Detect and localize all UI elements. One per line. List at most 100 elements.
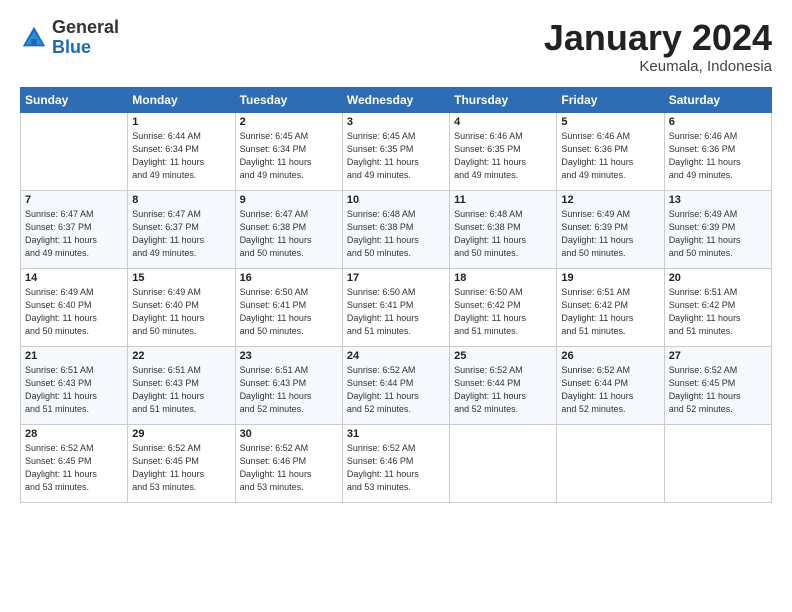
day-info: Sunrise: 6:47 AMSunset: 6:37 PMDaylight:… [25, 208, 123, 260]
calendar-week-5: 28 Sunrise: 6:52 AMSunset: 6:45 PMDayligh… [21, 424, 772, 502]
day-info: Sunrise: 6:46 AMSunset: 6:35 PMDaylight:… [454, 130, 552, 182]
calendar-cell: 5 Sunrise: 6:46 AMSunset: 6:36 PMDaylight… [557, 112, 664, 190]
day-info: Sunrise: 6:52 AMSunset: 6:45 PMDaylight:… [132, 442, 230, 494]
day-number: 19 [561, 272, 659, 284]
calendar-cell: 16Sunrise: 6:50 AMSunset: 6:41 PMDayligh… [235, 268, 342, 346]
calendar-cell: 27Sunrise: 6:52 AMSunset: 6:45 PMDayligh… [664, 346, 771, 424]
calendar-cell: 31Sunrise: 6:52 AMSunset: 6:46 PMDayligh… [342, 424, 449, 502]
calendar-cell [450, 424, 557, 502]
day-number: 1 [132, 116, 230, 128]
calendar-cell: 14 Sunrise: 6:49 AMSunset: 6:40 PMDayligh… [21, 268, 128, 346]
calendar-cell: 26 Sunrise: 6:52 AMSunset: 6:44 PMDayligh… [557, 346, 664, 424]
day-number: 29 [132, 428, 230, 440]
calendar-cell: 10 Sunrise: 6:48 AMSunset: 6:38 PMDayligh… [342, 190, 449, 268]
day-number: 31 [347, 428, 445, 440]
day-number: 23 [240, 350, 338, 362]
logo-text: General Blue [52, 18, 119, 58]
day-info: Sunrise: 6:51 AMSunset: 6:42 PMDaylight:… [669, 286, 767, 338]
page: General Blue January 2024 Keumala, Indon… [0, 0, 792, 513]
calendar-cell: 15Sunrise: 6:49 AMSunset: 6:40 PMDayligh… [128, 268, 235, 346]
day-info: Sunrise: 6:46 AMSunset: 6:36 PMDaylight:… [561, 130, 659, 182]
day-info: Sunrise: 6:48 AMSunset: 6:38 PMDaylight:… [347, 208, 445, 260]
day-number: 14 [25, 272, 123, 284]
day-info: Sunrise: 6:45 AMSunset: 6:34 PMDaylight:… [240, 130, 338, 182]
day-info: Sunrise: 6:52 AMSunset: 6:44 PMDaylight:… [561, 364, 659, 416]
day-number: 11 [454, 194, 552, 206]
day-number: 25 [454, 350, 552, 362]
calendar-cell: 13 Sunrise: 6:49 AMSunset: 6:39 PMDayligh… [664, 190, 771, 268]
calendar-cell [664, 424, 771, 502]
calendar-cell: 23 Sunrise: 6:51 AMSunset: 6:43 PMDayligh… [235, 346, 342, 424]
calendar-cell: 30 Sunrise: 6:52 AMSunset: 6:46 PMDayligh… [235, 424, 342, 502]
day-info: Sunrise: 6:50 AMSunset: 6:42 PMDaylight:… [454, 286, 552, 338]
calendar-week-2: 7 Sunrise: 6:47 AMSunset: 6:37 PMDaylight… [21, 190, 772, 268]
calendar-cell: 12Sunrise: 6:49 AMSunset: 6:39 PMDayligh… [557, 190, 664, 268]
day-number: 21 [25, 350, 123, 362]
calendar-cell: 19 Sunrise: 6:51 AMSunset: 6:42 PMDayligh… [557, 268, 664, 346]
day-number: 9 [240, 194, 338, 206]
calendar-week-1: 1Sunrise: 6:44 AMSunset: 6:34 PMDaylight… [21, 112, 772, 190]
day-number: 27 [669, 350, 767, 362]
day-number: 26 [561, 350, 659, 362]
day-info: Sunrise: 6:46 AMSunset: 6:36 PMDaylight:… [669, 130, 767, 182]
month-title: January 2024 [544, 18, 772, 58]
calendar-cell: 6 Sunrise: 6:46 AMSunset: 6:36 PMDaylight… [664, 112, 771, 190]
weekday-header-monday: Monday [128, 87, 235, 112]
day-info: Sunrise: 6:51 AMSunset: 6:43 PMDaylight:… [240, 364, 338, 416]
day-number: 17 [347, 272, 445, 284]
day-number: 8 [132, 194, 230, 206]
weekday-header-wednesday: Wednesday [342, 87, 449, 112]
weekday-header-thursday: Thursday [450, 87, 557, 112]
calendar-cell: 29 Sunrise: 6:52 AMSunset: 6:45 PMDayligh… [128, 424, 235, 502]
title-block: January 2024 Keumala, Indonesia [544, 18, 772, 75]
calendar-week-3: 14 Sunrise: 6:49 AMSunset: 6:40 PMDayligh… [21, 268, 772, 346]
day-info: Sunrise: 6:52 AMSunset: 6:44 PMDaylight:… [347, 364, 445, 416]
weekday-header-tuesday: Tuesday [235, 87, 342, 112]
calendar-cell: 3 Sunrise: 6:45 AMSunset: 6:35 PMDaylight… [342, 112, 449, 190]
calendar-cell: 11Sunrise: 6:48 AMSunset: 6:38 PMDayligh… [450, 190, 557, 268]
day-number: 3 [347, 116, 445, 128]
calendar-cell: 22Sunrise: 6:51 AMSunset: 6:43 PMDayligh… [128, 346, 235, 424]
day-info: Sunrise: 6:52 AMSunset: 6:46 PMDaylight:… [240, 442, 338, 494]
header: General Blue January 2024 Keumala, Indon… [20, 18, 772, 75]
weekday-header-saturday: Saturday [664, 87, 771, 112]
calendar-table: SundayMondayTuesdayWednesdayThursdayFrid… [20, 87, 772, 503]
logo-icon [20, 24, 48, 52]
day-number: 24 [347, 350, 445, 362]
day-number: 10 [347, 194, 445, 206]
day-info: Sunrise: 6:47 AMSunset: 6:37 PMDaylight:… [132, 208, 230, 260]
calendar-cell: 7 Sunrise: 6:47 AMSunset: 6:37 PMDaylight… [21, 190, 128, 268]
day-number: 4 [454, 116, 552, 128]
calendar-cell: 21 Sunrise: 6:51 AMSunset: 6:43 PMDayligh… [21, 346, 128, 424]
day-info: Sunrise: 6:52 AMSunset: 6:44 PMDaylight:… [454, 364, 552, 416]
weekday-header-sunday: Sunday [21, 87, 128, 112]
day-info: Sunrise: 6:51 AMSunset: 6:43 PMDaylight:… [25, 364, 123, 416]
day-number: 20 [669, 272, 767, 284]
day-info: Sunrise: 6:51 AMSunset: 6:42 PMDaylight:… [561, 286, 659, 338]
location: Keumala, Indonesia [544, 58, 772, 75]
weekday-header-friday: Friday [557, 87, 664, 112]
day-info: Sunrise: 6:45 AMSunset: 6:35 PMDaylight:… [347, 130, 445, 182]
day-info: Sunrise: 6:52 AMSunset: 6:45 PMDaylight:… [25, 442, 123, 494]
day-number: 30 [240, 428, 338, 440]
day-info: Sunrise: 6:50 AMSunset: 6:41 PMDaylight:… [240, 286, 338, 338]
calendar-cell: 4 Sunrise: 6:46 AMSunset: 6:35 PMDaylight… [450, 112, 557, 190]
logo: General Blue [20, 18, 119, 58]
day-info: Sunrise: 6:49 AMSunset: 6:39 PMDaylight:… [561, 208, 659, 260]
day-info: Sunrise: 6:49 AMSunset: 6:40 PMDaylight:… [25, 286, 123, 338]
day-number: 28 [25, 428, 123, 440]
day-number: 2 [240, 116, 338, 128]
day-number: 5 [561, 116, 659, 128]
day-number: 13 [669, 194, 767, 206]
calendar-cell: 8 Sunrise: 6:47 AMSunset: 6:37 PMDaylight… [128, 190, 235, 268]
day-number: 6 [669, 116, 767, 128]
day-number: 7 [25, 194, 123, 206]
day-number: 22 [132, 350, 230, 362]
day-number: 18 [454, 272, 552, 284]
calendar-cell: 24 Sunrise: 6:52 AMSunset: 6:44 PMDayligh… [342, 346, 449, 424]
day-info: Sunrise: 6:47 AMSunset: 6:38 PMDaylight:… [240, 208, 338, 260]
calendar-cell: 18 Sunrise: 6:50 AMSunset: 6:42 PMDayligh… [450, 268, 557, 346]
day-info: Sunrise: 6:50 AMSunset: 6:41 PMDaylight:… [347, 286, 445, 338]
day-info: Sunrise: 6:49 AMSunset: 6:39 PMDaylight:… [669, 208, 767, 260]
day-number: 15 [132, 272, 230, 284]
